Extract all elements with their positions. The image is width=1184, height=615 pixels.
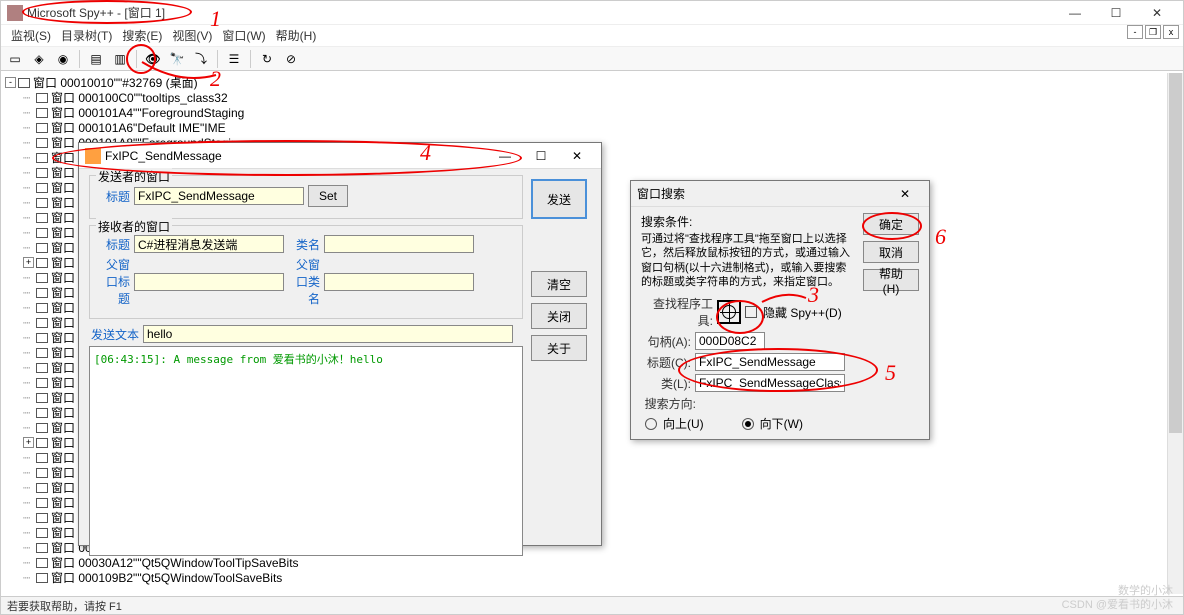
maximize-button[interactable]: ☐ [1096,3,1136,23]
tool-threads-icon[interactable]: ◉ [53,49,73,69]
parent-class-input[interactable] [324,273,474,291]
dialog-sendmessage: FxIPC_SendMessage — ☐ ✕ 发送者的窗口 标题 Set 接收… [78,142,602,546]
hide-checkbox[interactable] [745,306,757,318]
tool-refresh-icon[interactable]: ↻ [257,49,277,69]
menu-item[interactable]: 目录树(T) [59,25,114,46]
dialog-titlebar[interactable]: 窗口搜索 ✕ [631,181,929,207]
tool-log-options-icon[interactable]: ▥ [110,49,130,69]
dialog-minimize[interactable]: — [487,145,523,167]
mdi-buttons: - ❐ x [1127,25,1179,39]
dialog-close[interactable]: ✕ [559,145,595,167]
menu-item[interactable]: 搜索(E) [120,25,164,46]
menu-item[interactable]: 监视(S) [9,25,53,46]
tool-properties-icon[interactable]: ☰ [224,49,244,69]
group-receiver: 接收者的窗口 标题 类名 父窗口标题 父窗口类名 [89,225,523,319]
minimize-button[interactable]: — [1055,3,1095,23]
clear-button[interactable]: 清空 [531,271,587,297]
set-button[interactable]: Set [308,185,348,207]
watermark: CSDN @爱看书的小沐 [1062,596,1173,612]
titlebar: Microsoft Spy++ - [窗口 1] — ☐ ✕ [1,1,1183,25]
caption-input[interactable] [695,353,845,371]
finder-tool-icon[interactable] [717,300,741,324]
scrollbar[interactable] [1167,73,1183,594]
dialog-icon [85,148,101,164]
dialog-title: 窗口搜索 [637,185,887,202]
tool-processes-icon[interactable]: ◈ [29,49,49,69]
app-icon [7,5,23,21]
class-input[interactable] [695,374,845,392]
about-button[interactable]: 关于 [531,335,587,361]
tree-item[interactable]: ┈窗口 000101A4""ForegroundStaging [5,105,1179,120]
statusbar: 若要获取帮助，请按 F1 [1,596,1183,614]
dialog-title: FxIPC_SendMessage [105,149,487,163]
mdi-restore[interactable]: ❐ [1145,25,1161,39]
ok-button[interactable]: 确定 [863,213,919,235]
mdi-min[interactable]: - [1127,25,1143,39]
menu-item[interactable]: 帮助(H) [274,25,319,46]
handle-input[interactable] [695,332,765,350]
radio-down[interactable] [742,418,754,430]
tool-findnext-icon[interactable]: ⤵ [191,49,211,69]
cancel-button[interactable]: 取消 [863,241,919,263]
tool-find-icon[interactable]: 👁 [143,49,163,69]
menubar: 监视(S) 目录树(T) 搜索(E) 视图(V) 窗口(W) 帮助(H) [1,25,1183,47]
tool-windows-icon[interactable]: ▭ [5,49,25,69]
scrollbar-thumb[interactable] [1169,73,1182,433]
dialog-windowsearch: 窗口搜索 ✕ 搜索条件: 可通过将"查找程序工具"拖至窗口上以选择它，然后释放鼠… [630,180,930,440]
send-text-input[interactable] [143,325,513,343]
dialog-maximize[interactable]: ☐ [523,145,559,167]
close-button[interactable]: 关闭 [531,303,587,329]
watermark: 数学的小沐 [1118,582,1173,598]
tool-binoculars-icon[interactable]: 🔭 [167,49,187,69]
dialog-close[interactable]: ✕ [887,183,923,205]
send-button[interactable]: 发送 [531,179,587,219]
sender-title-input[interactable] [134,187,304,205]
toolbar: ▭ ◈ ◉ ▤ ▥ 👁 🔭 ⤵ ☰ ↻ ⊘ [1,47,1183,71]
group-sender: 发送者的窗口 标题 Set [89,175,523,219]
tool-stop-icon[interactable]: ⊘ [281,49,301,69]
dialog-titlebar[interactable]: FxIPC_SendMessage — ☐ ✕ [79,143,601,169]
radio-up[interactable] [645,418,657,430]
recv-class-input[interactable] [324,235,474,253]
recv-title-input[interactable] [134,235,284,253]
label-conditions: 搜索条件: [641,213,855,230]
tool-log-icon[interactable]: ▤ [86,49,106,69]
tree-item[interactable]: ┈窗口 000100C0""tooltips_class32 [5,90,1179,105]
close-button[interactable]: ✕ [1137,3,1177,23]
menu-item[interactable]: 视图(V) [170,25,214,46]
menu-item[interactable]: 窗口(W) [220,25,267,46]
tree-item[interactable]: ┈窗口 000109B2""Qt5QWindowToolSaveBits [5,570,1179,585]
log-area[interactable]: [06:43:15]: A message from 爱看书的小沐！hello [89,346,523,556]
window-title: Microsoft Spy++ - [窗口 1] [27,4,1055,21]
mdi-close[interactable]: x [1163,25,1179,39]
description-text: 可通过将"查找程序工具"拖至窗口上以选择它，然后释放鼠标按钮的方式，或通过输入窗… [641,232,855,289]
tree-item[interactable]: -窗口 00010010""#32769 (桌面) [5,75,1179,90]
tree-item[interactable]: ┈窗口 000101A6"Default IME"IME [5,120,1179,135]
help-button[interactable]: 帮助(H) [863,269,919,291]
parent-title-input[interactable] [134,273,284,291]
